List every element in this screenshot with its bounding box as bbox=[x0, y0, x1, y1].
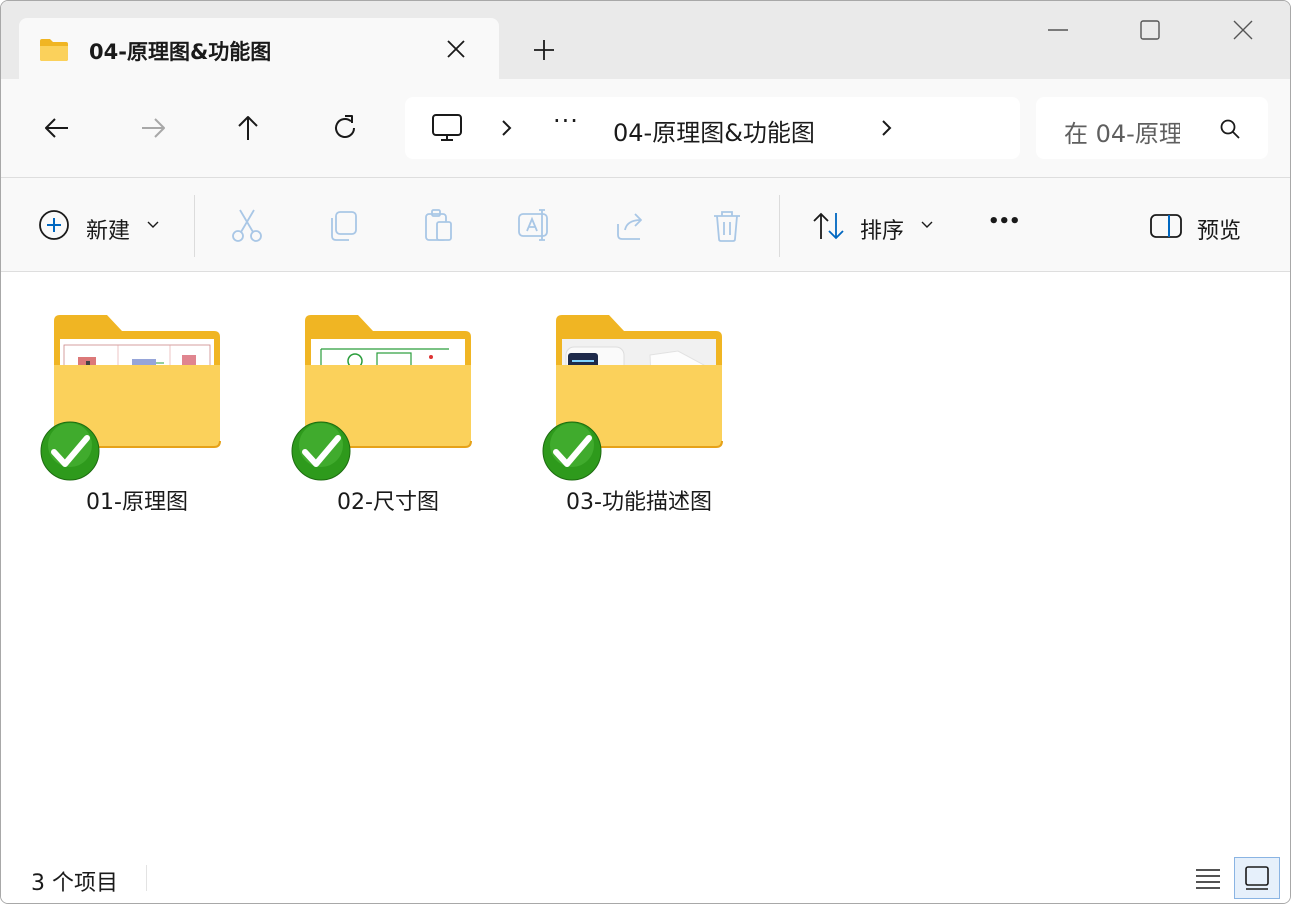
search-icon[interactable] bbox=[1218, 117, 1242, 141]
chevron-down-icon bbox=[147, 221, 159, 228]
more-options-button[interactable]: ••• bbox=[988, 211, 1028, 241]
details-view-button[interactable] bbox=[1185, 857, 1231, 899]
status-bar: 3 个项目 bbox=[1, 857, 1290, 903]
tab-title: 04-原理图&功能图 bbox=[89, 40, 272, 64]
delete-icon[interactable] bbox=[709, 208, 745, 244]
this-pc-icon[interactable] bbox=[431, 113, 463, 143]
search-input[interactable]: 在 04-原理图&功能图 中搜索 bbox=[1064, 114, 1180, 149]
navigation-bar: ··· 04-原理图&功能图 在 04-原理图&功能图 中搜索 bbox=[1, 79, 1290, 178]
close-window-icon[interactable] bbox=[1228, 15, 1258, 45]
explorer-window: 04-原理图&功能图 ··· 04-原理图&功能图 在 04-原理 新建 排序 … bbox=[0, 0, 1291, 904]
sync-check-icon bbox=[542, 421, 602, 481]
sync-check-icon bbox=[291, 421, 351, 481]
up-arrow-icon[interactable] bbox=[233, 113, 263, 143]
toolbar-separator bbox=[779, 195, 780, 257]
copy-icon[interactable] bbox=[325, 208, 361, 244]
breadcrumb-ellipsis[interactable]: ··· bbox=[553, 107, 579, 135]
large-icons-view-button[interactable] bbox=[1234, 857, 1280, 899]
new-button[interactable]: 新建 bbox=[37, 208, 167, 244]
toolbar-separator bbox=[194, 195, 195, 257]
sync-check-icon bbox=[40, 421, 100, 481]
maximize-icon[interactable] bbox=[1135, 15, 1165, 45]
folder-item[interactable]: 02-尺寸图 bbox=[288, 308, 488, 518]
title-bar: 04-原理图&功能图 bbox=[1, 1, 1290, 80]
folder-icon bbox=[40, 39, 68, 61]
file-list-area[interactable]: 01-原理图 02-尺寸图 03-功能描述图 bbox=[1, 272, 1290, 857]
paste-icon[interactable] bbox=[421, 208, 457, 244]
sort-label: 排序 bbox=[860, 219, 905, 244]
item-count: 3 个项目 bbox=[31, 871, 118, 896]
address-bar[interactable]: ··· 04-原理图&功能图 bbox=[405, 97, 1020, 159]
folder-name: 02-尺寸图 bbox=[337, 490, 439, 515]
rename-icon[interactable] bbox=[516, 208, 554, 244]
chevron-down-icon bbox=[921, 221, 933, 228]
command-bar: 新建 排序 ••• 预览 bbox=[1, 178, 1290, 272]
list-view-icon bbox=[1196, 869, 1220, 889]
folder-item[interactable]: 03-功能描述图 bbox=[539, 308, 739, 518]
back-arrow-icon[interactable] bbox=[42, 113, 72, 143]
close-tab-icon[interactable] bbox=[443, 36, 469, 62]
chevron-right-icon[interactable] bbox=[499, 117, 515, 139]
sort-icon bbox=[813, 212, 844, 240]
tile-view-icon bbox=[1245, 866, 1269, 890]
forward-arrow-icon[interactable] bbox=[138, 113, 168, 143]
minimize-icon[interactable] bbox=[1043, 15, 1073, 45]
breadcrumb-current[interactable]: 04-原理图&功能图 bbox=[613, 113, 815, 148]
folder-name: 01-原理图 bbox=[86, 490, 188, 515]
status-separator bbox=[146, 865, 147, 891]
chevron-right-icon[interactable] bbox=[879, 117, 895, 139]
preview-pane-icon bbox=[1150, 214, 1182, 238]
new-label: 新建 bbox=[86, 219, 131, 244]
folder-item[interactable]: 01-原理图 bbox=[37, 308, 237, 518]
preview-pane-button[interactable]: 预览 bbox=[1149, 208, 1259, 244]
tab-current-folder[interactable]: 04-原理图&功能图 bbox=[19, 18, 499, 80]
folder-name: 03-功能描述图 bbox=[566, 490, 712, 515]
new-tab-icon[interactable] bbox=[531, 37, 557, 63]
search-box[interactable]: 在 04-原理图&功能图 中搜索 bbox=[1036, 97, 1268, 159]
sort-button[interactable]: 排序 bbox=[811, 208, 937, 244]
preview-label: 预览 bbox=[1197, 219, 1242, 244]
refresh-icon[interactable] bbox=[330, 113, 360, 143]
share-icon[interactable] bbox=[613, 208, 649, 244]
add-circle-icon bbox=[39, 210, 69, 240]
cut-icon[interactable] bbox=[229, 208, 265, 244]
